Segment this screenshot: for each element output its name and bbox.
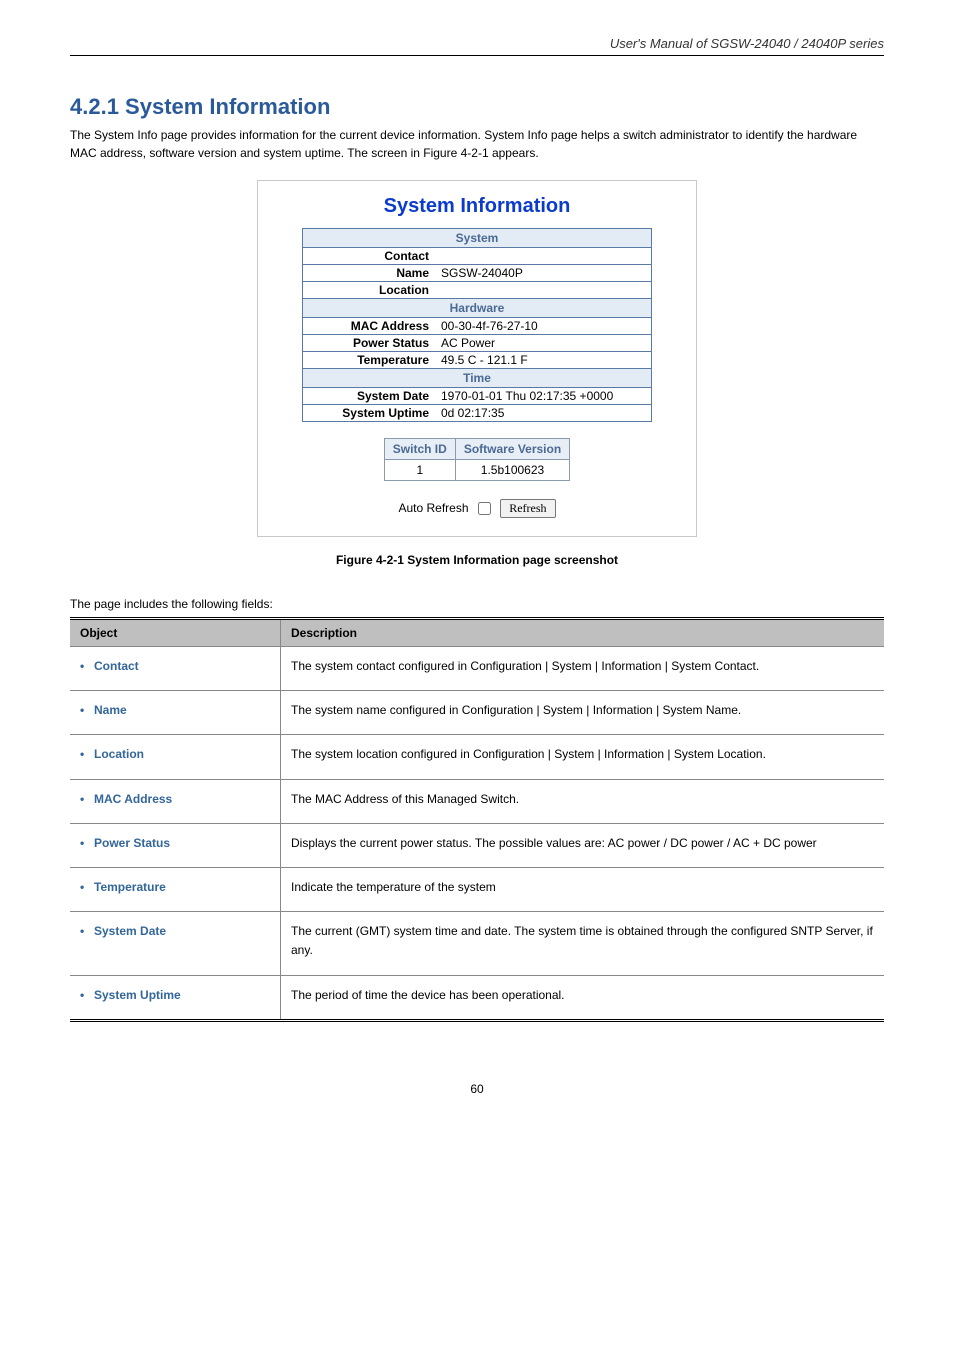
fields-intro: The page includes the following fields: bbox=[70, 597, 884, 611]
group-system: System bbox=[303, 229, 652, 248]
page-number: 60 bbox=[0, 1082, 954, 1096]
section-title: 4.2.1 System Information bbox=[70, 94, 954, 120]
table-row: •Contact The system contact configured i… bbox=[70, 647, 884, 691]
group-time: Time bbox=[303, 369, 652, 388]
object-cell: •Power Status bbox=[70, 823, 281, 867]
object-cell: •Contact bbox=[70, 647, 281, 691]
uptime-label: System Uptime bbox=[303, 405, 436, 422]
table-row: •Location The system location configured… bbox=[70, 735, 884, 779]
object-cell: •Location bbox=[70, 735, 281, 779]
table-row: •Name The system name configured in Conf… bbox=[70, 691, 884, 735]
table-row: •Temperature Indicate the temperature of… bbox=[70, 867, 884, 911]
description-cell: Indicate the temperature of the system bbox=[281, 867, 885, 911]
refresh-row: Auto Refresh Refresh bbox=[272, 499, 682, 518]
auto-refresh-label: Auto Refresh bbox=[398, 501, 468, 515]
description-cell: The system location configured in Config… bbox=[281, 735, 885, 779]
table-row: •System Date The current (GMT) system ti… bbox=[70, 912, 884, 975]
table-row: •System Uptime The period of time the de… bbox=[70, 975, 884, 1019]
date-label: System Date bbox=[303, 388, 436, 405]
figure-caption: Figure 4-2-1 System Information page scr… bbox=[0, 553, 954, 567]
system-info-screenshot: System Information System Contact Name S… bbox=[257, 180, 697, 537]
temp-label: Temperature bbox=[303, 352, 436, 369]
table-row: •MAC Address The MAC Address of this Man… bbox=[70, 779, 884, 823]
description-header: Description bbox=[281, 620, 885, 647]
temp-value: 49.5 C - 121.1 F bbox=[435, 352, 652, 369]
fields-description-table: Object Description •Contact The system c… bbox=[70, 617, 884, 1022]
system-info-table: System Contact Name SGSW-24040P Location… bbox=[302, 228, 652, 422]
date-value: 1970-01-01 Thu 02:17:35 +0000 bbox=[435, 388, 652, 405]
mac-label: MAC Address bbox=[303, 318, 436, 335]
switch-id-value: 1 bbox=[384, 460, 455, 481]
object-cell: •Name bbox=[70, 691, 281, 735]
object-cell: •System Uptime bbox=[70, 975, 281, 1019]
description-cell: The MAC Address of this Managed Switch. bbox=[281, 779, 885, 823]
location-label: Location bbox=[303, 282, 436, 299]
location-value bbox=[435, 282, 652, 299]
table-row: •Power Status Displays the current power… bbox=[70, 823, 884, 867]
refresh-button[interactable]: Refresh bbox=[500, 499, 555, 518]
switch-id-header: Switch ID bbox=[384, 439, 455, 460]
software-version-header: Software Version bbox=[455, 439, 569, 460]
software-version-table: Switch ID Software Version 1 1.5b100623 bbox=[384, 438, 570, 481]
power-label: Power Status bbox=[303, 335, 436, 352]
software-version-value: 1.5b100623 bbox=[455, 460, 569, 481]
name-label: Name bbox=[303, 265, 436, 282]
object-header: Object bbox=[70, 620, 281, 647]
description-cell: The system contact configured in Configu… bbox=[281, 647, 885, 691]
object-cell: •Temperature bbox=[70, 867, 281, 911]
header-rule bbox=[70, 55, 884, 56]
system-info-heading: System Information bbox=[272, 195, 682, 218]
auto-refresh-checkbox[interactable] bbox=[478, 502, 491, 515]
contact-label: Contact bbox=[303, 248, 436, 265]
mac-value: 00-30-4f-76-27-10 bbox=[435, 318, 652, 335]
contact-value bbox=[435, 248, 652, 265]
section-intro: The System Info page provides informatio… bbox=[70, 126, 884, 162]
object-cell: •MAC Address bbox=[70, 779, 281, 823]
name-value: SGSW-24040P bbox=[435, 265, 652, 282]
uptime-value: 0d 02:17:35 bbox=[435, 405, 652, 422]
description-cell: Displays the current power status. The p… bbox=[281, 823, 885, 867]
group-hardware: Hardware bbox=[303, 299, 652, 318]
description-cell: The system name configured in Configurat… bbox=[281, 691, 885, 735]
description-cell: The current (GMT) system time and date. … bbox=[281, 912, 885, 975]
object-cell: •System Date bbox=[70, 912, 281, 975]
description-cell: The period of time the device has been o… bbox=[281, 975, 885, 1019]
power-value: AC Power bbox=[435, 335, 652, 352]
page-header: User's Manual of SGSW-24040 / 24040P ser… bbox=[0, 30, 954, 55]
